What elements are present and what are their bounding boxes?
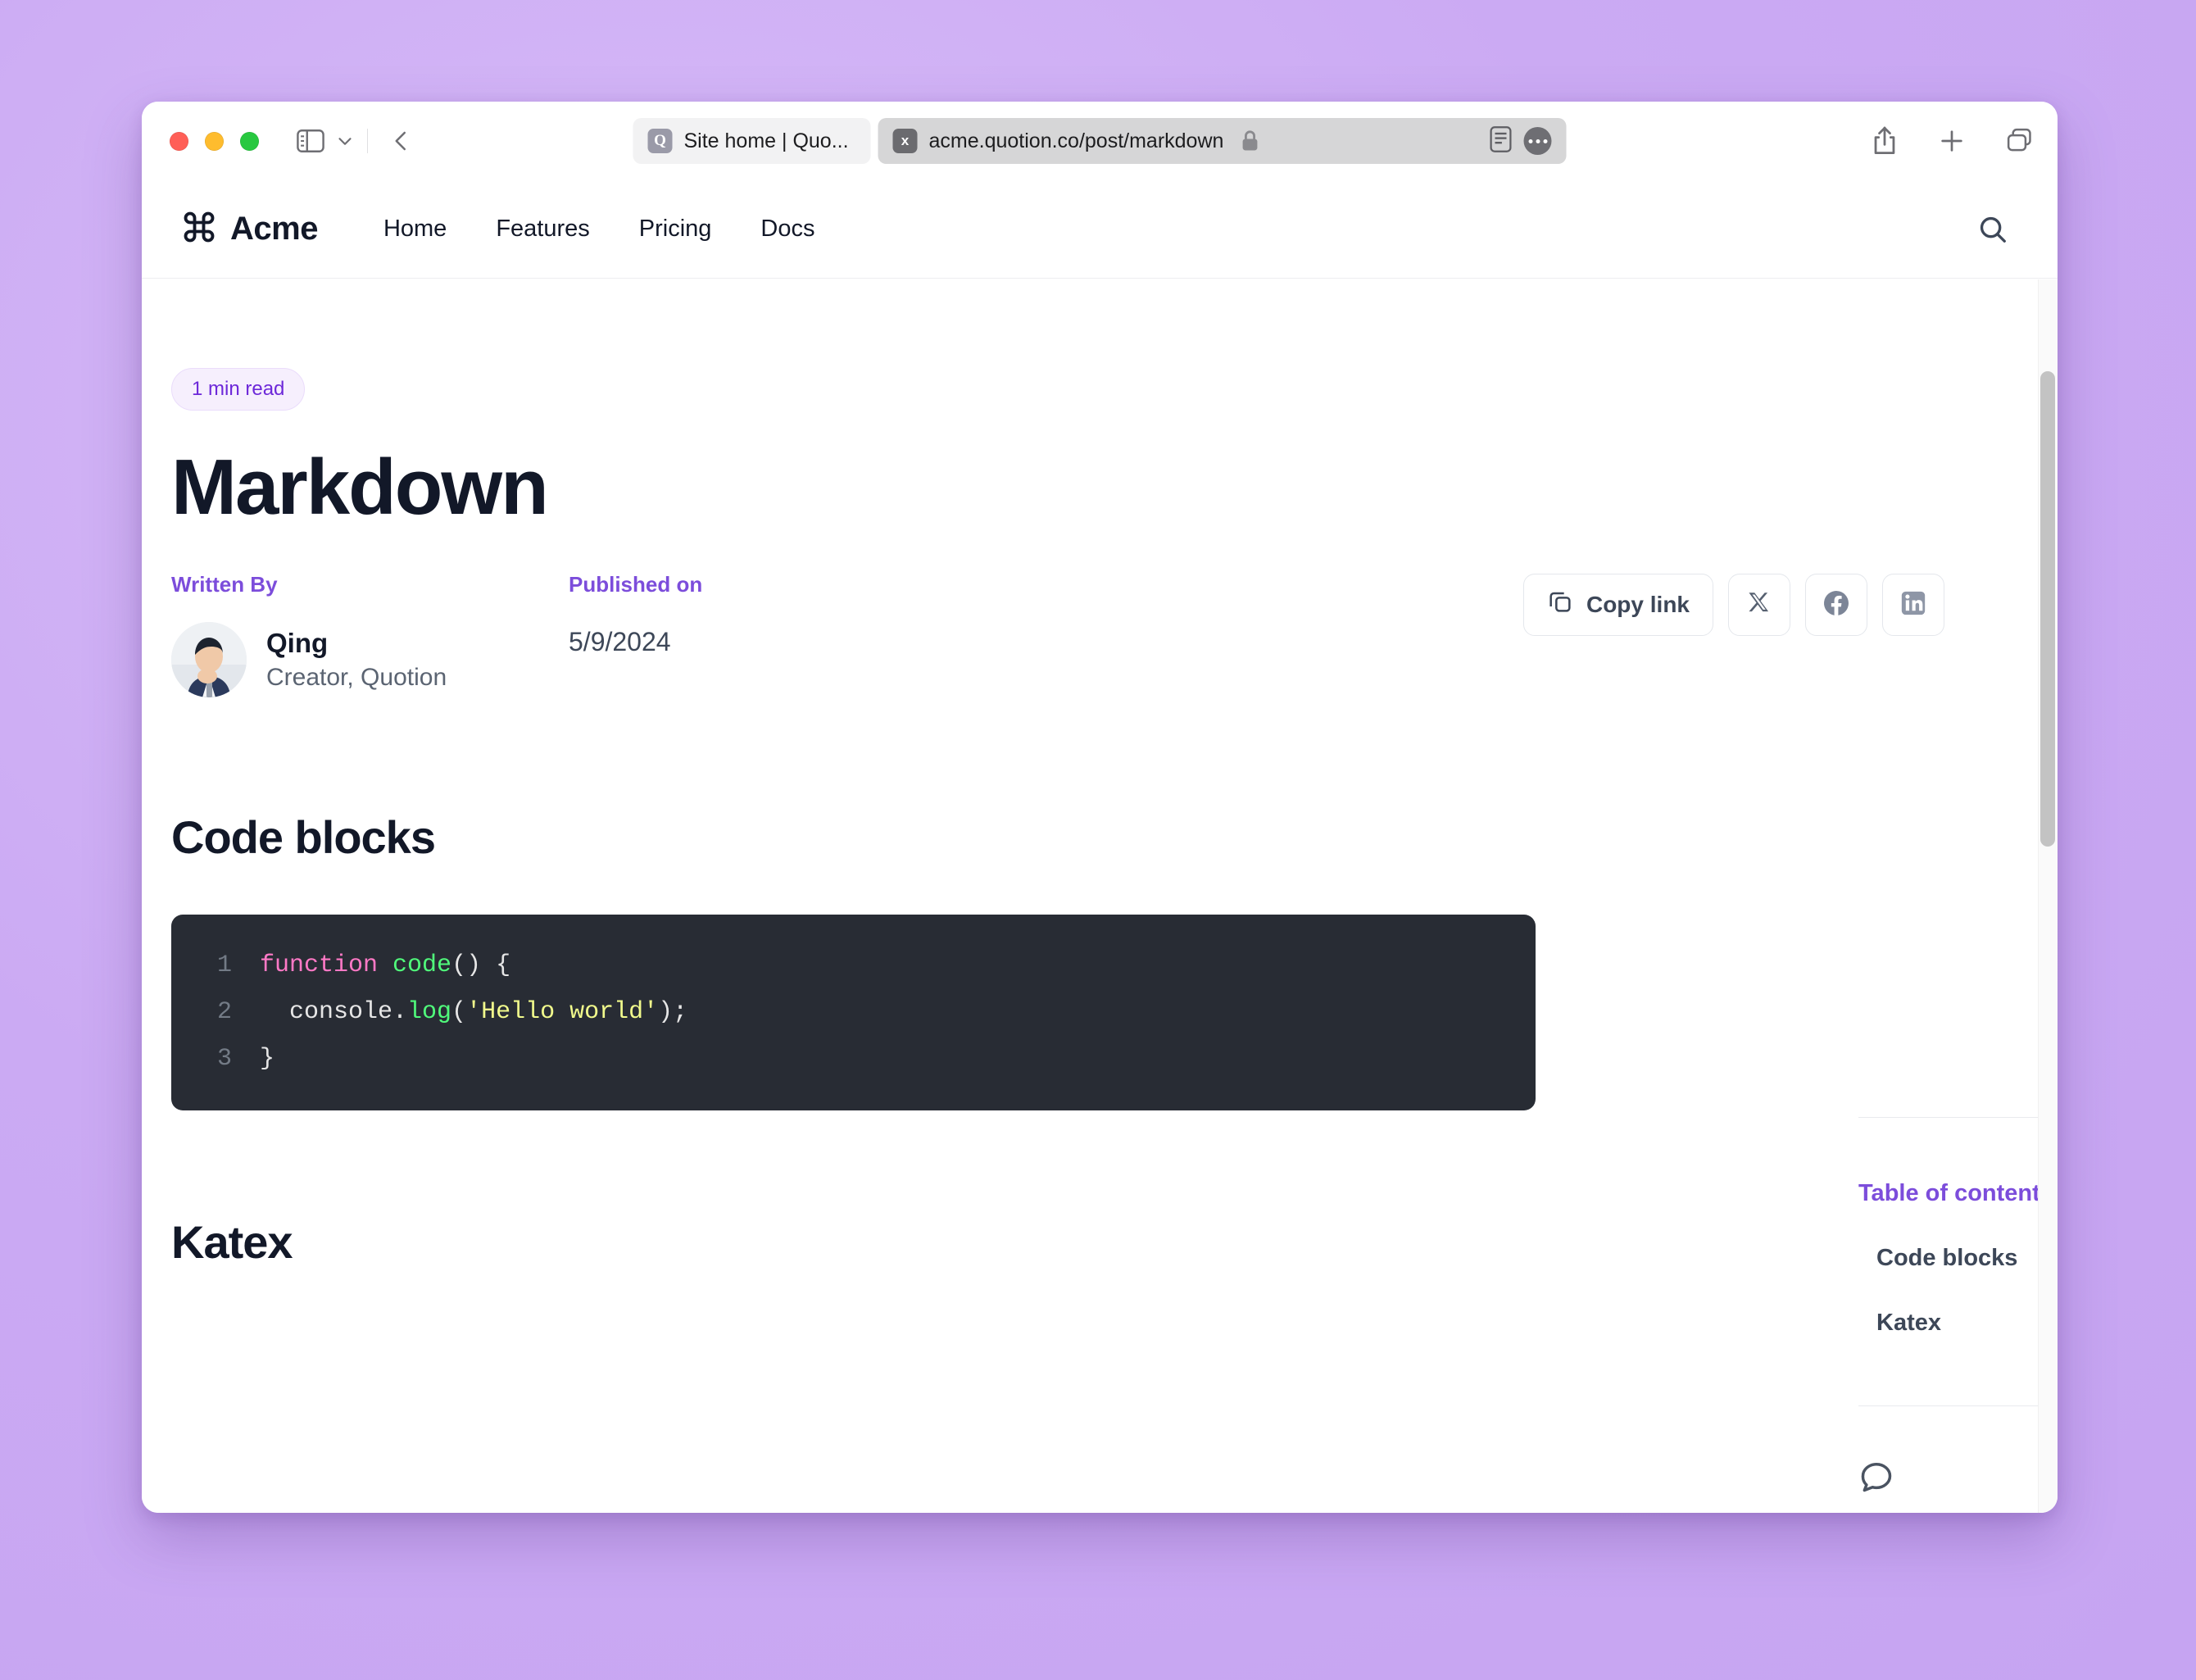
line-number: 3 xyxy=(216,1044,232,1073)
line-number: 1 xyxy=(216,951,232,979)
reader-view-icon[interactable] xyxy=(1490,125,1513,157)
page-title: Markdown xyxy=(171,443,549,531)
plus-icon[interactable] xyxy=(1938,127,1966,155)
toolbar-divider xyxy=(367,129,368,153)
tab-favicon-quotion: Q xyxy=(647,129,673,153)
back-arrow-icon[interactable] xyxy=(389,129,414,153)
lock-icon xyxy=(1240,129,1259,152)
author-block: Written By Qing Creator, Quotion xyxy=(171,572,569,697)
nav-link-features[interactable]: Features xyxy=(496,216,589,243)
published-on-label: Published on xyxy=(569,571,703,597)
traffic-lights xyxy=(170,131,259,151)
code-line: 3 } xyxy=(171,1036,1536,1083)
share-buttons: Copy link xyxy=(1522,573,1944,636)
code-block: 1 function code() { 2 console.log('Hello… xyxy=(171,914,1536,1110)
sidebar-toggle-icon[interactable] xyxy=(297,129,324,153)
article-meta: Written By Qing Creator, Quotion Publish… xyxy=(171,572,1944,697)
ellipsis-icon[interactable] xyxy=(1523,127,1552,155)
section-heading-katex: Katex xyxy=(171,1215,293,1268)
linkedin-icon xyxy=(1899,589,1927,620)
section-heading-code-blocks: Code blocks xyxy=(171,810,436,863)
published-block: Published on 5/9/2024 xyxy=(569,572,702,657)
share-linkedin-button[interactable] xyxy=(1882,573,1944,636)
code-line-text: } xyxy=(260,1044,275,1073)
read-time-badge: 1 min read xyxy=(171,368,306,411)
site-nav: Home Features Pricing Docs xyxy=(383,216,815,243)
author-row: Qing Creator, Quotion xyxy=(171,621,569,697)
table-of-contents: Table of contents Code blocks Katex xyxy=(1858,1117,2058,1495)
code-line-text: function code() { xyxy=(260,951,511,979)
nav-link-docs[interactable]: Docs xyxy=(760,216,814,243)
site-header: Acme Home Features Pricing Docs xyxy=(142,180,2058,279)
published-date: 5/9/2024 xyxy=(569,626,671,656)
tab-bar: Q Site home | Quo... x acme.quotion.co/p… xyxy=(633,118,1567,164)
page-viewport: Acme Home Features Pricing Docs 1 min re… xyxy=(142,180,2058,1513)
facebook-icon xyxy=(1822,588,1851,620)
toc-title: Table of contents xyxy=(1858,1180,2053,1206)
content-scroll-area: 1 min read Markdown Written By Qing Crea… xyxy=(142,279,2058,1513)
written-by-label: Written By xyxy=(171,571,278,597)
share-x-button[interactable] xyxy=(1728,573,1790,636)
chevron-down-icon[interactable] xyxy=(334,130,356,152)
maximize-window-button[interactable] xyxy=(240,131,259,151)
minimize-window-button[interactable] xyxy=(205,131,224,151)
code-line: 1 function code() { xyxy=(171,942,1536,989)
command-loop-icon xyxy=(181,209,217,249)
author-name: Qing xyxy=(266,627,329,658)
brand-logo[interactable]: Acme xyxy=(181,209,318,249)
tab-actions xyxy=(1490,125,1552,157)
article: 1 min read Markdown Written By Qing Crea… xyxy=(142,279,1944,1269)
copy-tabs-icon[interactable] xyxy=(2005,127,2035,155)
author-role: Creator, Quotion xyxy=(266,663,447,691)
toolbar-right-actions xyxy=(1871,125,2035,157)
page-scrollbar-track[interactable] xyxy=(2038,279,2058,1513)
share-facebook-button[interactable] xyxy=(1805,573,1867,636)
toc-item-code-blocks[interactable]: Code blocks xyxy=(1876,1245,2058,1272)
tab-title: Site home | Quo... xyxy=(683,129,849,152)
copy-link-button[interactable]: Copy link xyxy=(1522,573,1713,636)
toc-divider-top xyxy=(1858,1117,2058,1118)
browser-toolbar: Q Site home | Quo... x acme.quotion.co/p… xyxy=(142,102,2058,180)
share-icon[interactable] xyxy=(1871,125,1899,157)
toc-item-katex[interactable]: Katex xyxy=(1876,1310,2058,1337)
code-line-text: console.log('Hello world'); xyxy=(260,997,688,1026)
avatar xyxy=(171,621,247,697)
copy-link-label: Copy link xyxy=(1586,591,1690,617)
brand-name: Acme xyxy=(230,211,318,247)
browser-tab-active[interactable]: x acme.quotion.co/post/markdown xyxy=(878,118,1567,164)
close-window-button[interactable] xyxy=(170,131,188,151)
copy-icon xyxy=(1547,588,1573,620)
comment-icon[interactable] xyxy=(1858,1459,2058,1495)
x-twitter-icon xyxy=(1746,590,1772,619)
browser-window: Q Site home | Quo... x acme.quotion.co/p… xyxy=(142,102,2058,1513)
page-scrollbar-thumb[interactable] xyxy=(2040,371,2055,847)
nav-link-home[interactable]: Home xyxy=(383,216,447,243)
code-line: 2 console.log('Hello world'); xyxy=(171,989,1536,1036)
tab-favicon-acme: x xyxy=(892,129,918,153)
nav-link-pricing[interactable]: Pricing xyxy=(639,216,712,243)
search-icon[interactable] xyxy=(1977,214,2008,245)
line-number: 2 xyxy=(216,997,232,1026)
toc-divider-bottom xyxy=(1858,1405,2058,1406)
browser-tab-inactive[interactable]: Q Site home | Quo... xyxy=(633,118,871,164)
tab-url-title: acme.quotion.co/post/markdown xyxy=(928,129,1224,152)
